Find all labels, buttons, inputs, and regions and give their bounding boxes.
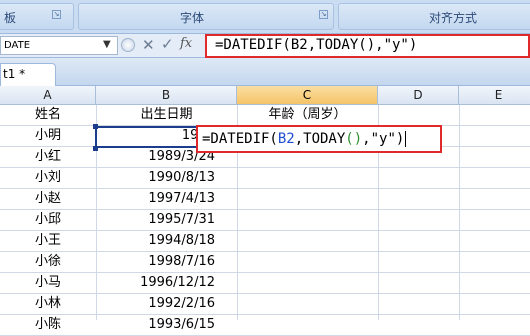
checkmark-icon[interactable]: ✓	[161, 35, 174, 53]
cell-name[interactable]: 姓名	[0, 105, 96, 125]
cell-birthdate[interactable]: 1998/7/16	[96, 252, 237, 272]
formula-text: ,TODAY	[294, 131, 346, 147]
formula-cell-reference: B2	[277, 131, 295, 147]
text-caret	[405, 131, 407, 147]
cell-birthdate[interactable]: 1992/2/16	[96, 294, 237, 314]
ribbon-group-label-alignment: 对齐方式	[429, 11, 478, 25]
cell-age-header[interactable]: 年龄（周岁）	[237, 105, 378, 125]
cell-birthdate[interactable]: 1990/8/13	[96, 168, 237, 188]
cell-name[interactable]: 小明	[0, 126, 96, 146]
cell-name[interactable]: 小林	[0, 294, 96, 314]
cell-birthdate[interactable]: 出生日期	[96, 105, 237, 125]
column-header-c[interactable]: C	[237, 86, 378, 105]
formula-text: )	[395, 131, 405, 147]
formula-text: =DATEDIF(	[202, 131, 278, 147]
cell-name[interactable]: 小刘	[0, 168, 96, 188]
dialog-launcher-icon[interactable]: ↘	[52, 10, 61, 19]
in-cell-formula-editor[interactable]: =DATEDIF(B2,TODAY(),"y")	[196, 125, 442, 153]
sheet-tab-strip	[0, 58, 530, 86]
dialog-launcher-icon[interactable]: ↘	[319, 10, 328, 19]
ribbon-group-label-font: 字体	[180, 11, 205, 25]
cell-birthdate[interactable]: 1993/6/15	[96, 315, 237, 335]
insert-function-icon[interactable]: fx	[180, 36, 192, 51]
formula-text: "y"	[370, 131, 396, 147]
ribbon-group-font[interactable]	[78, 3, 334, 30]
tab-sheet1[interactable]: t1 *	[0, 63, 56, 86]
cell-birthdate[interactable]: 1996/12/12	[96, 273, 237, 293]
cell-name[interactable]: 小红	[0, 147, 96, 167]
chevron-down-icon[interactable]: ▼	[103, 39, 111, 50]
formula-text: ,	[362, 131, 371, 147]
ribbon-group-label-clipboard: 板	[4, 11, 17, 25]
column-header-e[interactable]: E	[459, 86, 530, 105]
cell-name[interactable]: 小王	[0, 231, 96, 251]
cell-name[interactable]: 小赵	[0, 189, 96, 209]
cell-birthdate[interactable]: 1995/7/31	[96, 210, 237, 230]
cell-name[interactable]: 小马	[0, 273, 96, 293]
cell-birthdate[interactable]: 1994/8/18	[96, 231, 237, 251]
cell-name[interactable]: 小陈	[0, 315, 96, 335]
formula-bar-resize-handle[interactable]	[121, 38, 135, 52]
grid-line	[459, 105, 460, 320]
name-box[interactable]: DATE	[0, 36, 118, 55]
column-header-b[interactable]: B	[96, 86, 237, 105]
selection-handle[interactable]	[93, 124, 98, 129]
cell-birthdate[interactable]: 1997/4/13	[96, 189, 237, 209]
cell-name[interactable]: 小邱	[0, 210, 96, 230]
cancel-icon[interactable]: ✕	[142, 36, 155, 54]
column-header-d[interactable]: D	[378, 86, 459, 105]
column-header-a[interactable]: A	[0, 86, 96, 105]
selection-handle[interactable]	[93, 146, 98, 151]
formula-parentheses: ()	[345, 131, 363, 147]
formula-input[interactable]: =DATEDIF(B2,TODAY(),"y")	[205, 34, 530, 58]
cell-name[interactable]: 小徐	[0, 252, 96, 272]
